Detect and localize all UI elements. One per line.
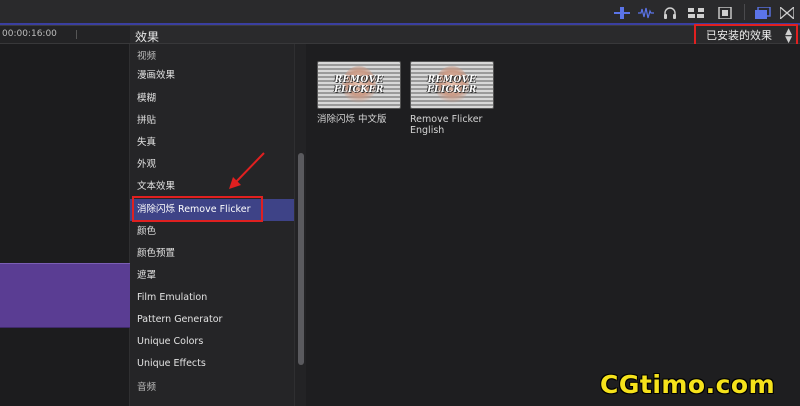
effect-name: Remove Flicker English	[410, 114, 483, 136]
category-label: Film Emulation	[137, 292, 208, 303]
effect-thumbnail[interactable]: REMOVE FLICKER	[410, 61, 494, 109]
category-item[interactable]: 文本效果	[130, 177, 294, 197]
annotation-arrow	[229, 152, 265, 189]
category-item[interactable]: 颜色预置	[130, 244, 294, 264]
category-item[interactable]: Unique Effects	[130, 354, 294, 374]
category-item-remove-flicker[interactable]: 消除闪烁 Remove Flicker	[130, 199, 294, 221]
toolbar-accent-line	[0, 23, 800, 25]
category-label: 音频	[137, 382, 157, 393]
clip-appearance-icon[interactable]	[718, 6, 732, 19]
category-item[interactable]: 外观	[130, 155, 294, 175]
category-label: 失真	[137, 137, 157, 148]
category-item[interactable]: 遮罩	[130, 266, 294, 286]
category-label: 颜色预置	[137, 248, 176, 259]
toolbar	[0, 0, 800, 26]
thumbnail-text: REMOVE FLICKER	[334, 75, 384, 95]
category-label: 漫画效果	[137, 70, 176, 81]
effect-tile-english[interactable]: REMOVE FLICKER Remove Flicker English	[410, 61, 494, 136]
toolbar-divider	[744, 4, 745, 20]
thumbnail-text: REMOVE FLICKER	[427, 75, 477, 95]
effects-category-list[interactable]: 视频 漫画效果 模糊 拼贴 失真 外观 文本效果 消除闪烁 Remove Fli…	[130, 44, 294, 406]
category-label: 消除闪烁 Remove Flicker	[137, 204, 251, 215]
category-label: 颜色	[137, 226, 157, 237]
timeline-ruler[interactable]: 00:00:16:00	[0, 26, 130, 44]
effects-thumbnail-grid: REMOVE FLICKER 消除闪烁 中文版 REMOVE FLICKER R…	[306, 44, 800, 406]
audio-skimming-icon[interactable]	[638, 6, 654, 19]
category-item[interactable]: Pattern Generator	[130, 310, 294, 330]
category-label: Unique Colors	[137, 336, 204, 347]
timeline-clip[interactable]	[0, 263, 130, 328]
watermark-logo: CGtimo.com	[600, 370, 776, 399]
category-heading-audio[interactable]: 音频	[130, 378, 294, 398]
skimming-icon[interactable]	[614, 6, 630, 19]
timecode-label: 00:00:16:00	[2, 29, 57, 39]
transitions-icon[interactable]	[780, 6, 794, 19]
snapping-icon[interactable]	[688, 6, 704, 19]
category-item[interactable]: 模糊	[130, 89, 294, 109]
scrollbar-thumb[interactable]	[298, 153, 304, 365]
category-label: Unique Effects	[137, 358, 206, 369]
installed-effects-label: 已安装的效果	[706, 29, 772, 42]
installed-effects-select[interactable]: 已安装的效果 ▲ ▼	[694, 24, 798, 46]
category-label: 文本效果	[137, 181, 176, 192]
category-label: 拼贴	[137, 115, 157, 126]
effects-header: 效果	[130, 26, 306, 44]
category-item[interactable]: 颜色	[130, 222, 294, 242]
category-label: 模糊	[137, 93, 157, 104]
headphones-icon[interactable]	[663, 6, 677, 19]
category-heading-video[interactable]: 视频	[130, 47, 294, 67]
effects-browser-header: 已安装的效果 ▲ ▼	[306, 24, 800, 46]
ruler-tick	[76, 30, 77, 39]
browser-toggle-icon[interactable]	[755, 6, 771, 19]
chevron-updown-icon: ▲ ▼	[785, 27, 792, 45]
category-item[interactable]: 拼贴	[130, 111, 294, 131]
effects-title: 效果	[135, 30, 160, 44]
category-item[interactable]: 漫画效果	[130, 66, 294, 86]
category-label: 遮罩	[137, 270, 157, 281]
category-label: 视频	[137, 51, 157, 62]
timeline-panel[interactable]	[0, 44, 130, 406]
category-label: 外观	[137, 159, 157, 170]
category-label: Pattern Generator	[137, 314, 223, 325]
category-item[interactable]: Film Emulation	[130, 288, 294, 308]
effect-thumbnail[interactable]: REMOVE FLICKER	[317, 61, 401, 109]
effect-tile-chinese[interactable]: REMOVE FLICKER 消除闪烁 中文版	[317, 61, 401, 125]
effect-name: 消除闪烁 中文版	[317, 114, 387, 125]
category-item[interactable]: 失真	[130, 133, 294, 153]
category-scrollbar[interactable]	[294, 44, 306, 406]
category-item[interactable]: Unique Colors	[130, 332, 294, 352]
